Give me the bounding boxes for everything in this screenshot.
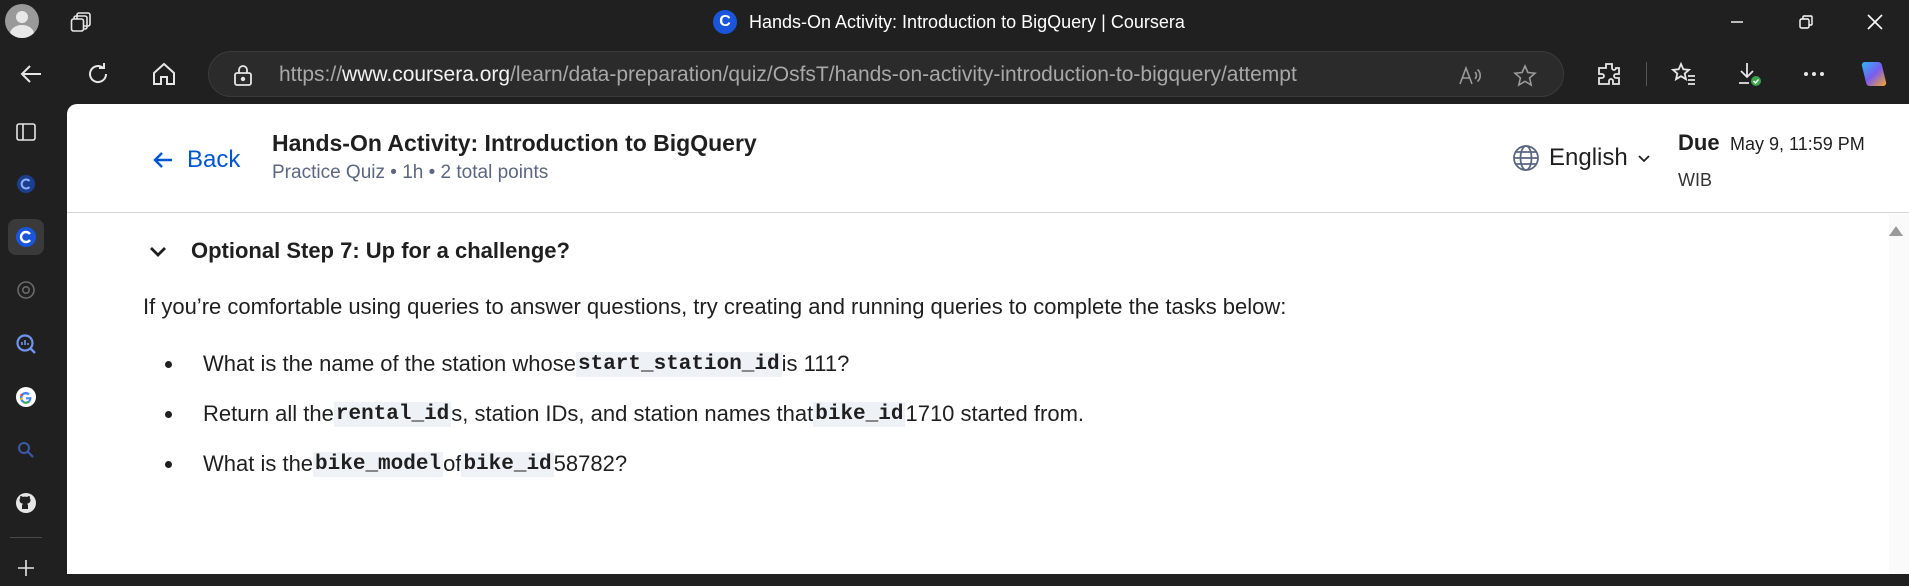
sidebar-tab-github-icon[interactable] bbox=[8, 485, 44, 521]
url-bar[interactable]: https://www.coursera.org/learn/data-prep… bbox=[208, 51, 1564, 97]
browser-sidebar bbox=[0, 104, 52, 576]
lock-icon[interactable] bbox=[233, 64, 253, 86]
profile-avatar[interactable] bbox=[5, 4, 39, 38]
window-title-text: Hands-On Activity: Introduction to BigQu… bbox=[749, 11, 1185, 32]
code-inline: bike_model bbox=[313, 451, 444, 477]
refresh-icon[interactable] bbox=[82, 58, 114, 90]
code-inline: start_station_id bbox=[575, 351, 782, 377]
language-label: English bbox=[1549, 144, 1628, 171]
back-button[interactable]: Back bbox=[151, 146, 240, 174]
add-sidebar-icon[interactable] bbox=[8, 550, 44, 586]
code-inline: bike_id bbox=[813, 401, 906, 427]
arrow-left-icon bbox=[153, 152, 172, 168]
sidebar-tab-coursera-active-icon[interactable] bbox=[8, 219, 44, 255]
toolbar-divider bbox=[1646, 62, 1647, 86]
tab-actions-icon[interactable] bbox=[8, 114, 44, 150]
list-item: What is the name of the station whose st… bbox=[143, 339, 1084, 389]
sidebar-tab-chrome-icon[interactable] bbox=[8, 272, 44, 308]
code-inline: bike_id bbox=[461, 451, 554, 477]
list-item: What is the bike_model of bike_id 58782? bbox=[143, 439, 1084, 489]
copilot-icon[interactable] bbox=[1858, 58, 1890, 90]
due-date-info: Due May 9, 11:59 PM WIB bbox=[1678, 130, 1888, 190]
scroll-up-arrow-icon[interactable] bbox=[1889, 226, 1903, 236]
back-arrow-icon[interactable] bbox=[15, 58, 47, 90]
quiz-section: Optional Step 7: Up for a challenge? If … bbox=[67, 214, 1909, 574]
sidebar-divider bbox=[10, 537, 42, 538]
more-options-icon[interactable] bbox=[1798, 58, 1830, 90]
due-timezone: WIB bbox=[1678, 170, 1712, 190]
sidebar-tab-google-icon[interactable] bbox=[8, 379, 44, 415]
language-selector[interactable]: English bbox=[1511, 143, 1652, 173]
page-title: Hands-On Activity: Introduction to BigQu… bbox=[272, 130, 757, 156]
home-icon[interactable] bbox=[148, 58, 180, 90]
address-bar-row: https://www.coursera.org/learn/data-prep… bbox=[0, 44, 1909, 104]
chevron-down-icon bbox=[1638, 155, 1650, 163]
window-title: C Hands-On Activity: Introduction to Big… bbox=[713, 10, 1185, 34]
step-intro: If you’re comfortable using queries to a… bbox=[143, 294, 1287, 319]
chevron-down-icon bbox=[150, 247, 166, 257]
favorites-icon[interactable] bbox=[1668, 58, 1700, 90]
page-content: Back Hands-On Activity: Introduction to … bbox=[67, 104, 1909, 574]
coursera-favicon-icon: C bbox=[713, 10, 737, 34]
list-item: Return all the rental_id s, station IDs, … bbox=[143, 389, 1084, 439]
code-inline: rental_id bbox=[333, 401, 452, 427]
sidebar-tab-coursera-icon[interactable] bbox=[8, 166, 44, 202]
scrollbar[interactable] bbox=[1889, 214, 1909, 574]
workspaces-icon[interactable] bbox=[70, 10, 94, 34]
extensions-icon[interactable] bbox=[1593, 58, 1625, 90]
favorite-star-icon[interactable] bbox=[1512, 63, 1538, 89]
sidebar-tab-analytics-icon[interactable] bbox=[8, 326, 44, 362]
url-text[interactable]: https://www.coursera.org/learn/data-prep… bbox=[279, 63, 1297, 87]
globe-icon bbox=[1513, 145, 1539, 171]
due-date: May 9, 11:59 PM bbox=[1730, 134, 1865, 154]
title-bar: C Hands-On Activity: Introduction to Big… bbox=[0, 0, 1909, 44]
step-title: Optional Step 7: Up for a challenge? bbox=[191, 238, 570, 263]
close-window-button[interactable] bbox=[1860, 8, 1890, 36]
quiz-subtitle: Practice Quiz • 1h • 2 total points bbox=[272, 162, 549, 183]
quiz-header: Back Hands-On Activity: Introduction to … bbox=[67, 104, 1909, 213]
task-list: What is the name of the station whose st… bbox=[143, 339, 1084, 489]
minimize-button[interactable] bbox=[1722, 8, 1752, 36]
restore-button[interactable] bbox=[1791, 8, 1821, 36]
back-label: Back bbox=[187, 146, 241, 173]
step-toggle[interactable]: Optional Step 7: Up for a challenge? bbox=[147, 238, 570, 264]
downloads-icon[interactable] bbox=[1733, 58, 1765, 90]
sidebar-search-icon[interactable] bbox=[8, 432, 44, 468]
read-aloud-icon[interactable] bbox=[1457, 63, 1483, 89]
